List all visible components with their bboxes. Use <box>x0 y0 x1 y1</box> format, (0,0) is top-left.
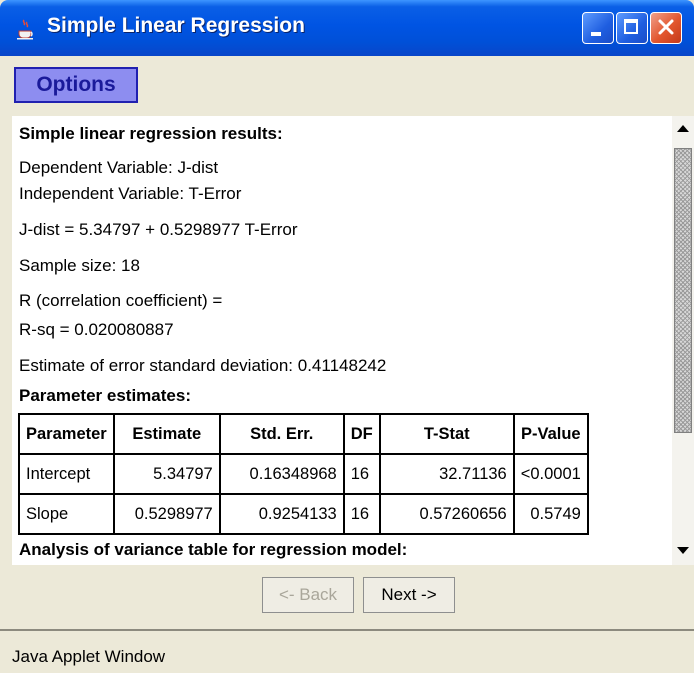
scrollbar-thumb[interactable] <box>674 148 692 433</box>
table-cell: 0.16348968 <box>218 453 345 495</box>
arrow-down-icon <box>677 547 689 554</box>
table-cell: 5.34797 <box>112 453 221 495</box>
back-button[interactable]: <- Back <box>262 577 354 613</box>
arrow-up-icon <box>677 125 689 132</box>
window-title: Simple Linear Regression <box>47 14 305 37</box>
vertical-scrollbar[interactable] <box>672 116 694 565</box>
regression-equation: J-dist = 5.34797 + 0.5298977 T-Error <box>19 220 298 239</box>
close-icon <box>658 19 674 35</box>
results-panel[interactable]: Simple linear regression results: Depend… <box>12 116 672 565</box>
close-button[interactable] <box>650 12 682 44</box>
title-bar[interactable]: Simple Linear Regression <box>0 0 694 56</box>
r-squared: R-sq = 0.020080887 <box>19 320 174 339</box>
table-row: Intercept 5.34797 0.16348968 16 32.71136… <box>18 453 589 495</box>
results-heading: Simple linear regression results: <box>19 124 283 143</box>
applet-window: Simple Linear Regression Options Simple … <box>0 0 694 673</box>
options-button[interactable]: Options <box>14 67 138 103</box>
sample-size: Sample size: 18 <box>19 256 140 275</box>
maximize-icon <box>624 19 638 34</box>
scroll-down-button[interactable] <box>672 538 694 564</box>
table-header: DF <box>342 413 381 455</box>
table-cell: 16 <box>342 453 381 495</box>
status-text: Java Applet Window <box>12 647 166 666</box>
error-std-dev: Estimate of error standard deviation: 0.… <box>19 356 387 375</box>
table-cell: 0.5749 <box>512 493 589 535</box>
scroll-up-button[interactable] <box>672 116 694 142</box>
correlation-coefficient: R (correlation coefficient) = <box>19 291 223 310</box>
parameter-table: Parameter Estimate Std. Err. DF T-Stat P… <box>18 413 589 535</box>
table-cell: 0.5298977 <box>112 493 221 535</box>
table-cell: 32.71136 <box>378 453 515 495</box>
table-cell: Slope <box>18 493 115 535</box>
minimize-icon <box>591 32 601 36</box>
parameter-estimates-heading: Parameter estimates: <box>19 386 191 405</box>
table-header: Std. Err. <box>218 413 345 455</box>
table-row: Slope 0.5298977 0.9254133 16 0.57260656 … <box>18 493 589 535</box>
table-header: Parameter <box>18 413 115 455</box>
independent-variable: Independent Variable: T-Error <box>19 184 242 203</box>
table-cell: 16 <box>342 493 381 535</box>
dependent-variable: Dependent Variable: J-dist <box>19 158 219 177</box>
table-header-row: Parameter Estimate Std. Err. DF T-Stat P… <box>18 413 589 455</box>
table-cell: <0.0001 <box>512 453 589 495</box>
table-cell: 0.57260656 <box>378 493 515 535</box>
minimize-button[interactable] <box>582 12 614 44</box>
table-header: P-Value <box>512 413 589 455</box>
maximize-button[interactable] <box>616 12 648 44</box>
table-header: T-Stat <box>378 413 515 455</box>
anova-heading: Analysis of variance table for regressio… <box>19 540 408 559</box>
java-cup-icon <box>17 19 33 40</box>
next-button[interactable]: Next -> <box>363 577 455 613</box>
table-cell: Intercept <box>18 453 115 495</box>
table-cell: 0.9254133 <box>218 493 345 535</box>
table-header: Estimate <box>112 413 221 455</box>
